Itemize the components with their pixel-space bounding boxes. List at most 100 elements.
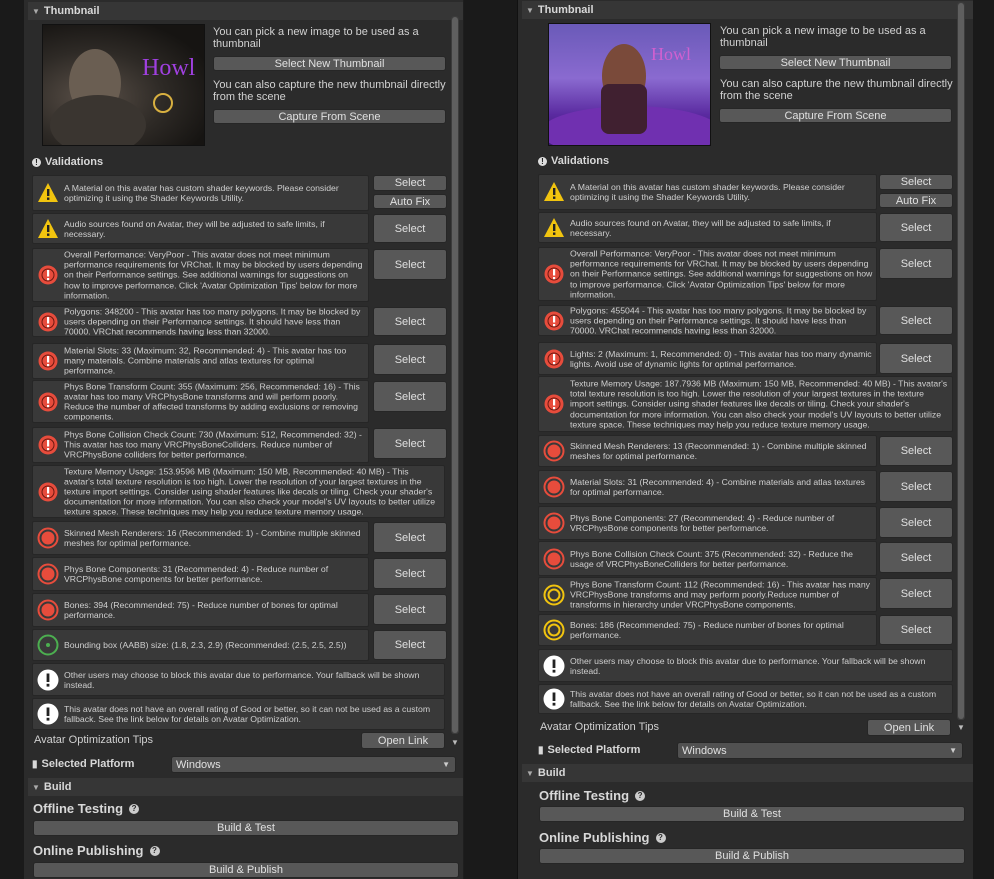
select-button[interactable]: Select [373,558,447,589]
offline-testing-label: Offline Testing? [33,801,140,816]
platform-dropdown[interactable]: Windows ▼ [171,756,456,773]
thumbnail-capture-text: You can also capture the new thumbnail d… [213,79,446,103]
select-button[interactable]: Select [373,214,447,243]
build-and-publish-button[interactable]: Build & Publish [539,848,965,864]
validations-header: ! Validations [538,155,609,167]
scrollbar-thumb[interactable] [958,3,964,719]
scroll-down-arrow-icon[interactable]: ▼ [957,723,965,732]
build-and-test-button[interactable]: Build & Test [539,806,965,822]
select-button[interactable]: Select [373,381,447,412]
build-header[interactable]: ▼ Build [28,778,463,796]
select-button[interactable]: Select [879,174,953,190]
chevron-down-icon: ▼ [949,746,957,755]
capture-from-scene-button[interactable]: Capture From Scene [719,108,952,123]
info-circle-icon [37,703,59,725]
validation-message: Audio sources found on Avatar, they will… [64,218,325,239]
build-and-publish-button[interactable]: Build & Publish [33,862,459,878]
validation-message: Lights: 2 (Maximum: 1, Recommended: 0) -… [570,348,872,369]
select-button[interactable]: Select [879,507,953,538]
select-button[interactable]: Select [879,436,953,466]
offline-testing-label: Offline Testing? [539,788,646,803]
help-icon[interactable]: ? [129,803,140,814]
warning-triangle-icon [543,181,565,203]
validations-scrollbar[interactable] [957,2,965,720]
select-button[interactable]: Select [879,306,953,335]
error-circle-icon [37,311,59,333]
select-button[interactable]: Select [373,307,447,336]
select-button[interactable]: Select [373,175,447,191]
validation-row: A Material on this avatar has custom sha… [538,174,877,210]
thumbnail-capture-text: You can also capture the new thumbnail d… [720,78,953,102]
select-button[interactable]: Select [373,249,447,280]
thumbnail-pick-text: You can pick a new image to be used as a… [213,26,419,50]
performance-bad-icon [543,476,565,498]
validation-row: Phys Bone Collision Check Count: 730 (Ma… [32,427,369,463]
open-link-button[interactable]: Open Link [867,719,951,736]
scrollbar-thumb[interactable] [452,17,458,733]
validations-header: ! Validations [32,156,103,168]
thumbnail-image: Howl [42,24,205,146]
build-header[interactable]: ▼ Build [522,764,973,782]
select-button[interactable]: Select [373,630,447,660]
select-button[interactable]: Select [879,615,953,645]
performance-bad-icon [37,599,59,621]
select-button[interactable]: Select [373,428,447,459]
foldout-arrow-icon: ▼ [526,768,534,778]
validation-message: Texture Memory Usage: 187.7936 MB (Maxim… [570,378,948,430]
thumbnail-avatar-art: Howl [549,44,710,145]
validation-message: This avatar does not have an overall rat… [570,688,937,709]
help-icon[interactable]: ? [149,845,160,856]
validation-message: Skinned Mesh Renderers: 13 (Recommended:… [570,440,867,461]
select-button[interactable]: Select [373,594,447,625]
online-publishing-label: Online Publishing? [33,843,160,858]
warning-triangle-icon [37,218,59,240]
select-button[interactable]: Select [373,522,447,553]
validation-message: Material Slots: 31 (Recommended: 4) - Co… [570,476,866,497]
scroll-down-arrow-icon[interactable]: ▼ [451,738,459,747]
validation-message: Overall Performance: VeryPoor - This ava… [570,248,873,300]
auto-fix-button[interactable]: Auto Fix [373,194,447,209]
build-and-test-button[interactable]: Build & Test [33,820,459,836]
select-button[interactable]: Select [879,213,953,242]
capture-from-scene-button[interactable]: Capture From Scene [213,109,446,124]
performance-bad-icon [37,527,59,549]
select-button[interactable]: Select [879,578,953,609]
builder-panel-right: ▼ Thumbnail Howl You can pick a new image… [517,0,973,879]
performance-good-icon [37,634,59,656]
validation-message: Audio sources found on Avatar, they will… [570,217,831,238]
auto-fix-button[interactable]: Auto Fix [879,193,953,208]
select-new-thumbnail-button[interactable]: Select New Thumbnail [719,55,952,70]
performance-bad-icon [543,548,565,570]
validation-row: Material Slots: 33 (Maximum: 32, Recomme… [32,343,369,379]
help-icon[interactable]: ? [635,790,646,801]
validation-message: Phys Bone Components: 27 (Recommended: 4… [570,512,835,533]
error-circle-icon [543,263,565,285]
validation-message: Texture Memory Usage: 153.9596 MB (Maxim… [64,465,436,517]
select-button[interactable]: Select [879,542,953,573]
thumbnail-header[interactable]: ▼ Thumbnail [28,2,463,20]
validation-row: Phys Bone Components: 27 (Recommended: 4… [538,506,877,540]
validation-message: Other users may choose to block this ava… [64,669,420,690]
error-circle-icon [543,348,565,370]
info-badge-icon: ! [32,157,41,167]
info-circle-icon [543,655,565,677]
select-button[interactable]: Select [879,248,953,279]
thumbnail-header[interactable]: ▼ Thumbnail [522,1,973,19]
select-button[interactable]: Select [373,344,447,375]
platform-dropdown[interactable]: Windows ▼ [677,742,963,759]
help-icon[interactable]: ? [655,832,666,843]
thumbnail-avatar-art: Howl [50,49,196,145]
validation-row: Polygons: 348200 - This avatar has too m… [32,306,369,337]
select-button[interactable]: Select [879,471,953,502]
validation-row: Polygons: 455044 - This avatar has too m… [538,305,877,336]
open-link-button[interactable]: Open Link [361,732,445,749]
validation-message: Other users may choose to block this ava… [570,655,926,676]
validation-row: Texture Memory Usage: 187.7936 MB (Maxim… [538,376,953,432]
select-new-thumbnail-button[interactable]: Select New Thumbnail [213,56,446,71]
select-button[interactable]: Select [879,343,953,374]
validation-row: Bounding box (AABB) size: (1.8, 2.3, 2.9… [32,629,369,661]
info-badge-icon: ! [538,156,547,166]
validations-scrollbar[interactable] [451,16,459,734]
validation-row: Texture Memory Usage: 153.9596 MB (Maxim… [32,465,445,518]
error-circle-icon [37,391,59,413]
